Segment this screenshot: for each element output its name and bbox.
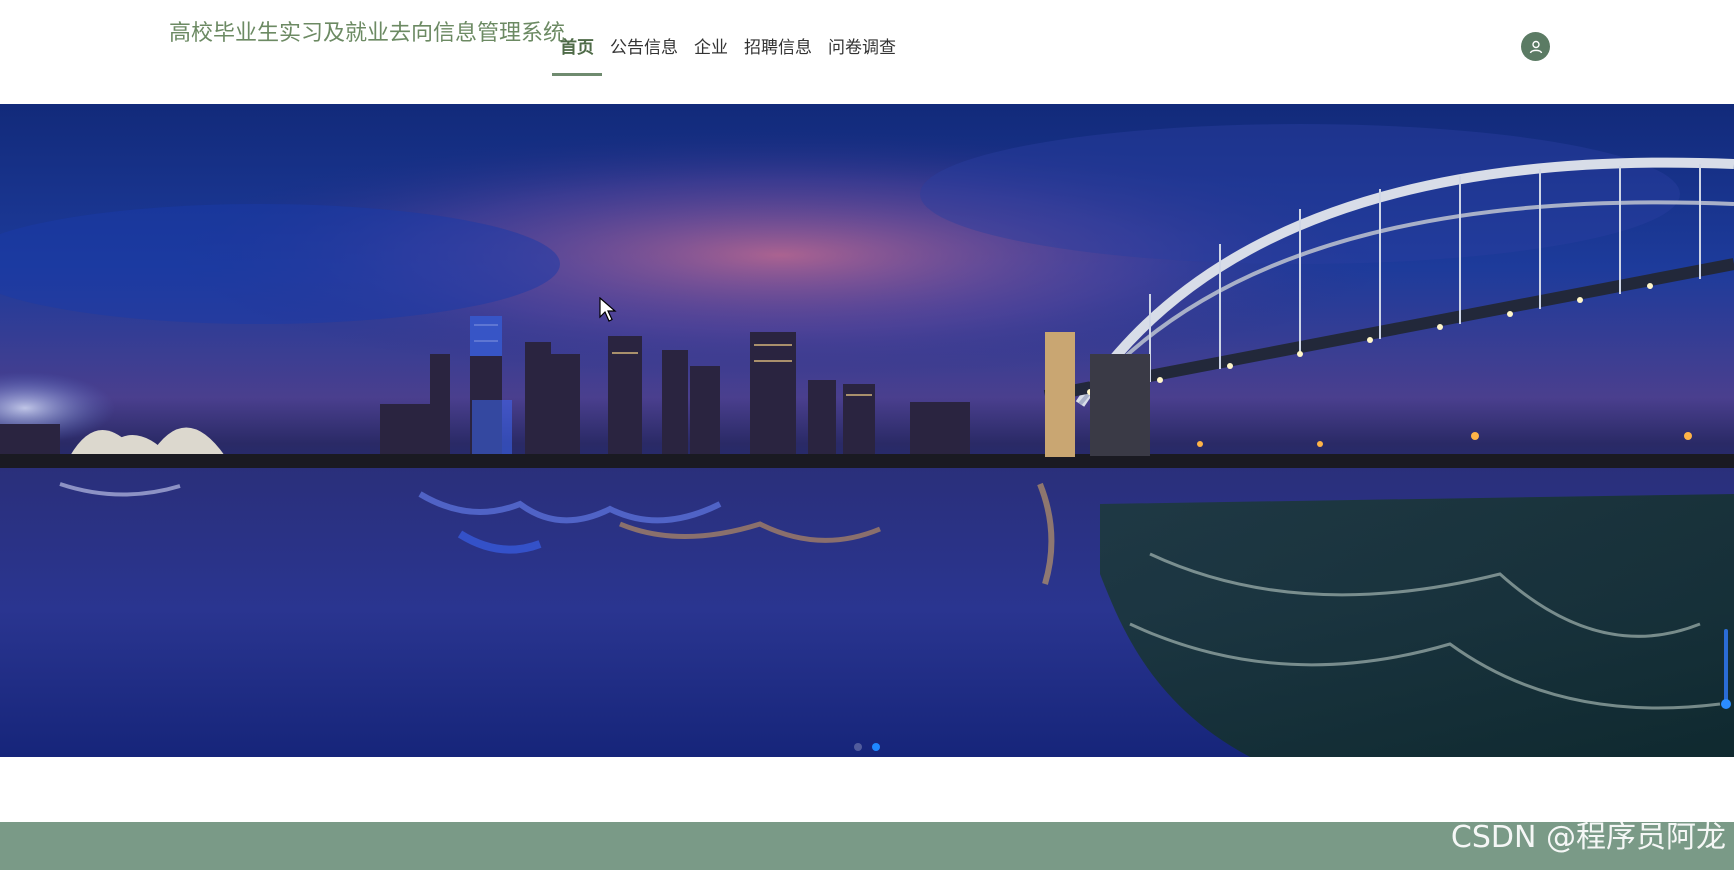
- nav-item-survey[interactable]: 问卷调查: [820, 28, 904, 76]
- hero-carousel[interactable]: [0, 104, 1734, 757]
- side-scroll-indicator[interactable]: [1721, 629, 1731, 709]
- mouse-cursor-icon: [599, 297, 617, 322]
- nav-item-announcements[interactable]: 公告信息: [602, 28, 686, 76]
- user-icon: [1529, 40, 1542, 53]
- watermark-text: CSDN @程序员阿龙: [1450, 820, 1726, 855]
- top-header: 高校毕业生实习及就业去向信息管理系统 首页 公告信息 企业 招聘信息 问卷调查: [0, 0, 1734, 104]
- site-title[interactable]: 高校毕业生实习及就业去向信息管理系统: [169, 20, 579, 48]
- carousel-dot-2[interactable]: [872, 743, 880, 751]
- carousel-indicators: [0, 743, 1734, 751]
- page: 高校毕业生实习及就业去向信息管理系统 首页 公告信息 企业 招聘信息 问卷调查: [0, 0, 1734, 870]
- nav-item-home[interactable]: 首页: [552, 28, 602, 76]
- banner-image: [0, 104, 1734, 757]
- nav-item-recruitment[interactable]: 招聘信息: [736, 28, 820, 76]
- carousel-dot-1[interactable]: [854, 743, 862, 751]
- main-nav: 首页 公告信息 企业 招聘信息 问卷调查: [552, 28, 904, 76]
- nav-item-enterprise[interactable]: 企业: [686, 28, 736, 76]
- user-account-button[interactable]: [1521, 32, 1550, 61]
